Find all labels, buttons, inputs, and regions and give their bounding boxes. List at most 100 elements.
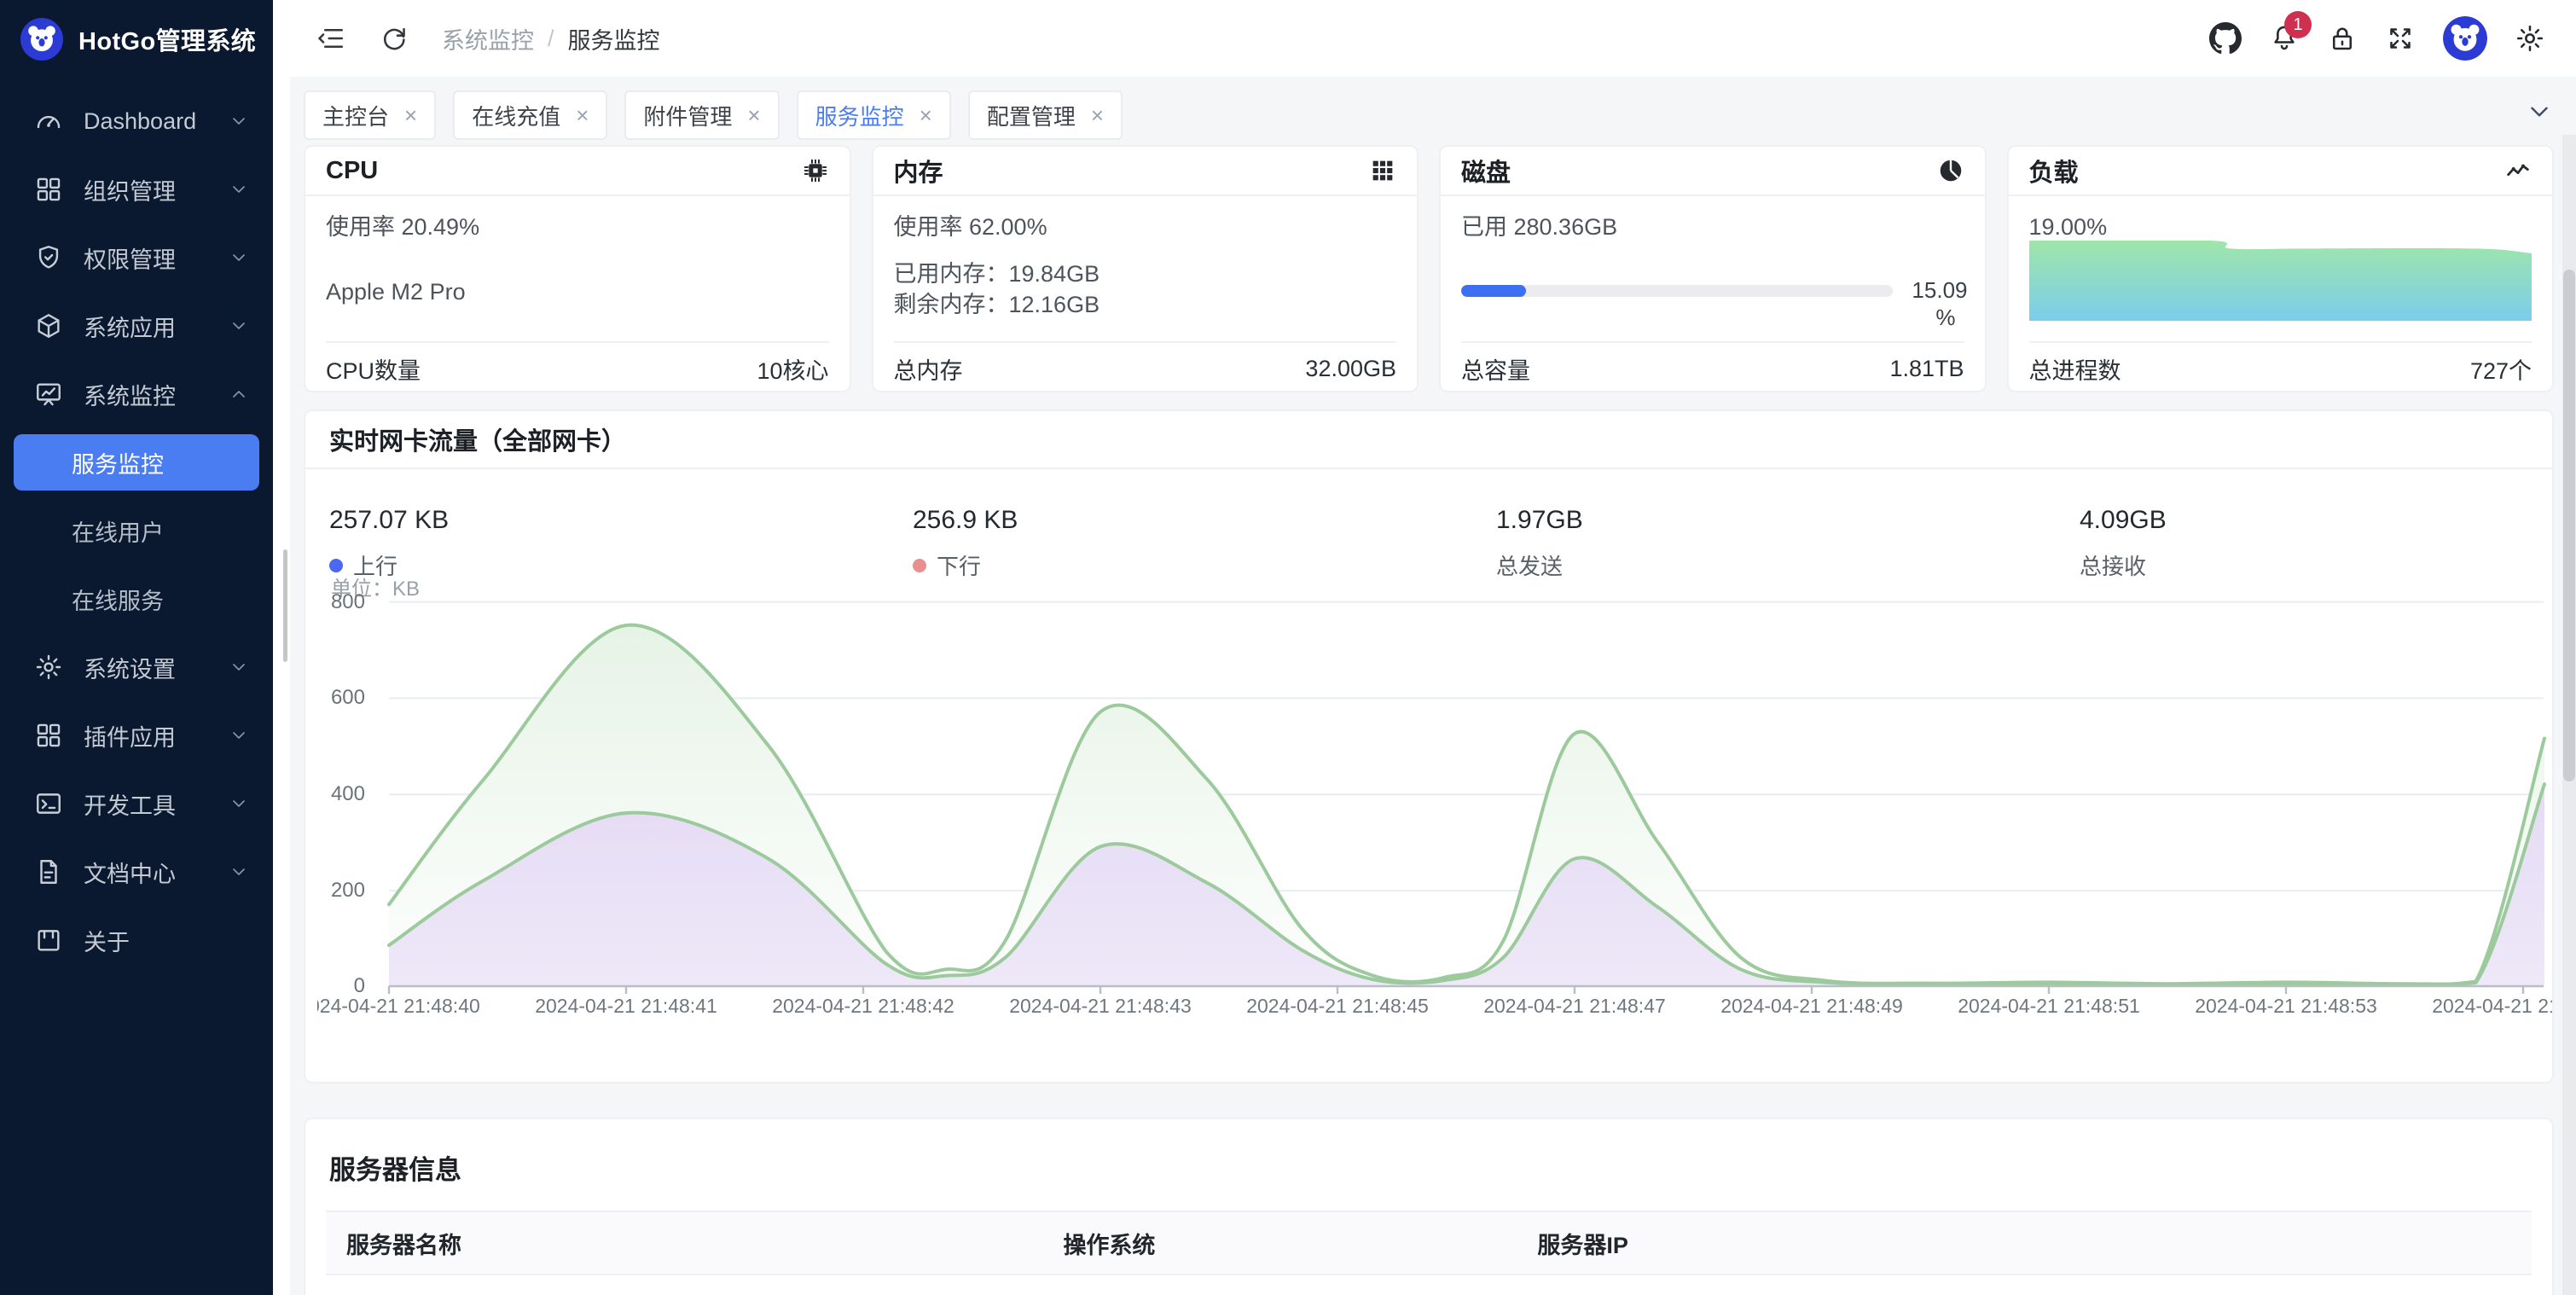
server-ip-cell: 191.27 /.238 bbox=[1517, 1275, 2532, 1295]
memory-usage: 使用率 62.00% bbox=[894, 196, 1397, 242]
server-table: 服务器名称操作系统服务器IP mengshuaideMBPdarwin191.2… bbox=[326, 1211, 2532, 1295]
column-header: 服务器IP bbox=[1517, 1212, 2532, 1274]
tabs-dropdown-icon[interactable] bbox=[2525, 97, 2554, 126]
tab-配置管理[interactable]: 配置管理× bbox=[968, 90, 1123, 140]
sidebar-item-apps[interactable]: 系统应用 bbox=[0, 292, 273, 360]
notifications-button[interactable]: 1 bbox=[2269, 23, 2300, 54]
chip-icon bbox=[802, 157, 829, 184]
app-root: HotGo管理系统 Dashboard组织管理权限管理系统应用系统监控服务监控在… bbox=[0, 0, 2576, 1295]
tab-label: 附件管理 bbox=[643, 100, 732, 131]
gear-icon bbox=[34, 653, 63, 682]
sidebar-item-devtools[interactable]: 开发工具 bbox=[0, 769, 273, 838]
x-axis-label: 2024-04-21 21:48:53 bbox=[2175, 995, 2397, 1018]
app-logo[interactable]: HotGo管理系统 bbox=[0, 0, 273, 78]
sidebar-item-about[interactable]: 关于 bbox=[0, 906, 273, 974]
disk-used: 已用 280.36GB bbox=[1461, 196, 1964, 242]
x-axis-label: 2024-04-21 21:48:45 bbox=[1227, 995, 1448, 1018]
page-scrollbar-track[interactable] bbox=[2562, 135, 2576, 1295]
sidebar-item-online-users[interactable]: 在线用户 bbox=[0, 497, 273, 565]
sidebar-scrollbar-thumb[interactable] bbox=[283, 549, 287, 662]
sidebar-item-label: 系统监控 bbox=[84, 378, 229, 411]
cpu-footer-value: 10核心 bbox=[757, 352, 828, 386]
sidebar-item-label: 系统设置 bbox=[84, 651, 229, 684]
chevron-up-icon bbox=[229, 384, 249, 404]
github-icon[interactable] bbox=[2209, 22, 2242, 55]
terminal-icon bbox=[34, 789, 63, 818]
shield-icon bbox=[34, 243, 63, 272]
stat-cards-row: CPU 使用率 20.49% Apple M2 Pro CPU数量 10核心 内… bbox=[304, 145, 2554, 392]
table-row: mengshuaideMBPdarwin191.27 /.238 bbox=[326, 1275, 2532, 1295]
sidebar-item-docs[interactable]: 文档中心 bbox=[0, 838, 273, 906]
pie-chart-icon bbox=[1937, 157, 1964, 184]
sidebar-item-label: 文档中心 bbox=[84, 856, 229, 889]
load-card: 负载 19.00% 总进程数 727个 bbox=[2007, 145, 2555, 392]
sidebar-item-plugins[interactable]: 插件应用 bbox=[0, 701, 273, 769]
tab-在线充值[interactable]: 在线充值× bbox=[453, 90, 607, 140]
gear-icon[interactable] bbox=[2515, 23, 2545, 54]
sidebar-item-perm[interactable]: 权限管理 bbox=[0, 224, 273, 292]
chevron-down-icon bbox=[229, 247, 249, 268]
y-axis-label: 600 bbox=[317, 684, 365, 711]
sidebar-item-label: 关于 bbox=[84, 924, 249, 957]
chevron-down-icon bbox=[229, 657, 249, 677]
close-icon[interactable]: × bbox=[747, 104, 760, 126]
close-icon[interactable]: × bbox=[1091, 104, 1104, 126]
disk-progress: 15.09 % bbox=[1461, 276, 1968, 331]
sidebar-item-label: 组织管理 bbox=[84, 173, 229, 206]
tab-bar: 主控台×在线充值×附件管理×服务监控×配置管理× bbox=[304, 90, 1123, 140]
sidebar-item-online-service[interactable]: 在线服务 bbox=[0, 565, 273, 633]
sidebar-item-org[interactable]: 组织管理 bbox=[0, 155, 273, 224]
close-icon[interactable]: × bbox=[920, 104, 932, 126]
disk-card: 磁盘 已用 280.36GB 15.09 % bbox=[1439, 145, 1987, 392]
breadcrumb-parent[interactable]: 系统监控 bbox=[442, 22, 534, 55]
sidebar-gutter bbox=[273, 0, 290, 1295]
collapse-sidebar-icon[interactable] bbox=[316, 23, 346, 54]
x-axis-label: 2024-04-21 21:48:42 bbox=[752, 995, 974, 1018]
breadcrumb-separator: / bbox=[548, 26, 554, 52]
memory-grid-icon bbox=[1369, 157, 1396, 184]
x-axis-label: 2024-04-21 21:48:43 bbox=[989, 995, 1211, 1018]
page-scrollbar-thumb[interactable] bbox=[2563, 270, 2575, 781]
column-header: 操作系统 bbox=[1042, 1212, 1517, 1274]
x-axis-label: 2024-04-21 21:48:55 bbox=[2412, 995, 2552, 1018]
memory-used: 已用内存：19.84GB bbox=[894, 259, 1100, 288]
notification-badge: 1 bbox=[2284, 11, 2312, 38]
traffic-stat-value: 1.97GB bbox=[1496, 505, 2080, 536]
memory-footer-value: 32.00GB bbox=[1305, 356, 1396, 382]
chevron-down-icon bbox=[229, 316, 249, 336]
sidebar-item-service-monitor[interactable]: 服务监控 bbox=[14, 434, 259, 491]
tab-附件管理[interactable]: 附件管理 × bbox=[624, 90, 779, 140]
server-card: 服务器信息 服务器名称操作系统服务器IP mengshuaideMBPdarwi… bbox=[304, 1118, 2554, 1295]
lock-icon[interactable] bbox=[2327, 23, 2358, 54]
traffic-card-title: 实时网卡流量（全部网卡） bbox=[329, 421, 626, 457]
sidebar-item-label: 权限管理 bbox=[84, 241, 229, 275]
refresh-icon[interactable] bbox=[379, 23, 409, 54]
sidebar-item-dashboard[interactable]: Dashboard bbox=[0, 87, 273, 155]
tab-服务监控[interactable]: 服务监控× bbox=[797, 90, 951, 140]
pulse-icon bbox=[2504, 157, 2532, 184]
breadcrumb-current: 服务监控 bbox=[568, 22, 660, 55]
traffic-stat-value: 257.07 KB bbox=[329, 505, 913, 536]
close-icon[interactable]: × bbox=[576, 104, 589, 126]
close-icon[interactable]: × bbox=[404, 104, 417, 126]
avatar[interactable] bbox=[2443, 16, 2487, 61]
grid-icon bbox=[34, 175, 63, 204]
x-axis-label: 2024-04-21 21:48:40 bbox=[317, 995, 500, 1018]
tab-主控台[interactable]: 主控台× bbox=[304, 90, 436, 140]
sidebar-item-label: 插件应用 bbox=[84, 719, 229, 752]
sidebar-menu: Dashboard 组织管理权限管理系统应用系统监控服务监控在线用户在线服务系统设… bbox=[0, 87, 273, 974]
sidebar-item-monitor[interactable]: 系统监控 bbox=[0, 360, 273, 428]
chevron-down-icon bbox=[229, 793, 249, 814]
frame-icon bbox=[34, 926, 63, 955]
cpu-model: Apple M2 Pro bbox=[326, 276, 466, 307]
disk-progress-fill bbox=[1461, 285, 1526, 297]
sidebar-item-settings[interactable]: 系统设置 bbox=[0, 633, 273, 701]
load-footer-label: 总进程数 bbox=[2029, 352, 2121, 386]
sidebar-item-label: 开发工具 bbox=[84, 787, 229, 821]
disk-card-title: 磁盘 bbox=[1461, 153, 1511, 189]
x-axis-label: 2024-04-21 21:48:47 bbox=[1464, 995, 1685, 1018]
memory-card: 内存 使用率 62.00% 已用内存：19.84GB 剩余内存：12.16GB … bbox=[872, 145, 1419, 392]
fullscreen-icon[interactable] bbox=[2385, 23, 2416, 54]
traffic-card: 实时网卡流量（全部网卡） 257.07 KB上行256.9 KB下行1.97GB… bbox=[304, 409, 2554, 1083]
x-axis-label: 2024-04-21 21:48:51 bbox=[1938, 995, 2160, 1018]
